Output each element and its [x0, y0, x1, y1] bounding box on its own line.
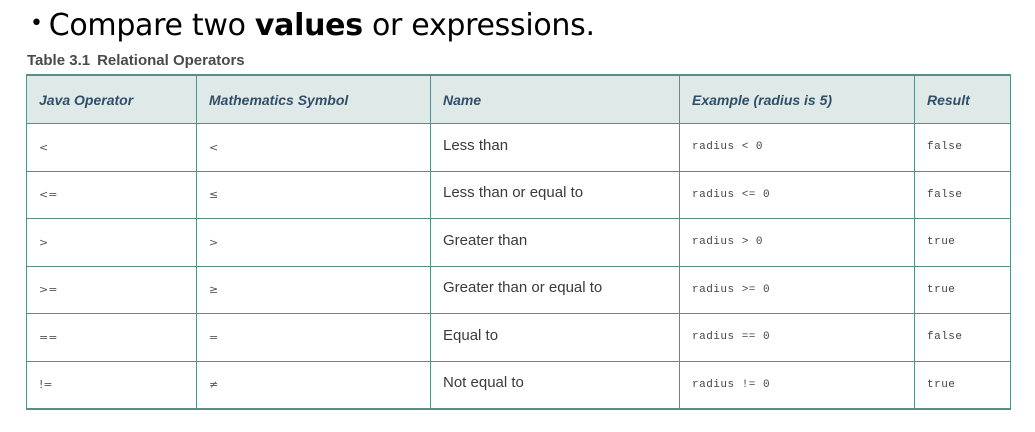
math-symbol-cell: ≥: [196, 265, 431, 314]
operator-name-cell: Equal to: [430, 313, 680, 362]
java-operator-cell: !=: [26, 360, 197, 410]
example-cell: radius != 0: [679, 360, 915, 410]
example-cell: radius < 0: [679, 123, 915, 172]
result-cell: false: [914, 313, 1011, 362]
java-operator-cell: ==: [26, 313, 197, 362]
result-cell: true: [914, 360, 1011, 410]
table-row: >= ≥ Greater than or equal to radius >= …: [26, 265, 1011, 314]
math-symbol-cell: =: [196, 313, 431, 362]
operator-name-text: Not equal to: [443, 374, 524, 392]
operator-name-cell: Not equal to: [430, 360, 680, 410]
bullet-dot: •: [30, 11, 43, 36]
operator-name-text: Less than or equal to: [443, 184, 584, 202]
header-example: Example (radius is 5): [679, 74, 915, 124]
table-row: < < Less than radius < 0 false: [26, 123, 1011, 172]
bullet-text-bold: values: [254, 8, 363, 43]
relational-operators-table: Java Operator Mathematics Symbol Name Ex…: [26, 74, 1011, 410]
header-java-operator: Java Operator: [26, 74, 197, 124]
result-cell: true: [914, 265, 1011, 314]
table-row: == = Equal to radius == 0 false: [26, 313, 1011, 362]
bullet-point: • Compare two values or expressions.: [30, 4, 595, 51]
math-symbol-cell: ≤: [196, 170, 431, 219]
header-mathematics-symbol: Mathematics Symbol: [196, 74, 431, 124]
java-operator-cell: <: [26, 123, 197, 172]
operator-name-cell: Less than or equal to: [430, 170, 680, 219]
operator-name-text: Greater than: [443, 231, 528, 249]
java-operator-cell: >: [26, 218, 197, 267]
operator-name-text: Equal to: [443, 326, 499, 344]
bullet-text-before: Compare two: [48, 8, 255, 43]
operator-name-text: Greater than or equal to: [443, 279, 603, 297]
result-cell: true: [914, 218, 1011, 267]
java-operator-cell: <=: [26, 170, 197, 219]
header-name: Name: [430, 74, 680, 124]
operator-name-text: Less than: [443, 136, 509, 154]
operator-name-cell: Greater than: [430, 218, 680, 267]
result-cell: false: [914, 170, 1011, 219]
operator-name-cell: Greater than or equal to: [430, 265, 680, 314]
math-symbol-cell: <: [196, 123, 431, 172]
header-result: Result: [914, 74, 1011, 124]
result-cell: false: [914, 123, 1011, 172]
table-row: != ≠ Not equal to radius != 0 true: [26, 360, 1011, 410]
table-caption-number: Table 3.1: [27, 52, 91, 69]
table-row: > > Greater than radius > 0 true: [26, 218, 1011, 267]
bullet-text-after: or expressions.: [362, 8, 595, 43]
java-operator-cell: >=: [26, 265, 197, 314]
operator-name-cell: Less than: [430, 123, 680, 172]
example-cell: radius == 0: [679, 313, 915, 362]
math-symbol-cell: >: [196, 218, 431, 267]
table-caption: Table 3.1 Relational Operators: [27, 52, 245, 69]
table-row: <= ≤ Less than or equal to radius <= 0 f…: [26, 170, 1011, 219]
math-symbol-cell: ≠: [196, 360, 431, 410]
table-caption-title: Relational Operators: [97, 52, 245, 69]
example-cell: radius >= 0: [679, 265, 915, 314]
table-header-row: Java Operator Mathematics Symbol Name Ex…: [26, 74, 1011, 124]
example-cell: radius > 0: [679, 218, 915, 267]
example-cell: radius <= 0: [679, 170, 915, 219]
